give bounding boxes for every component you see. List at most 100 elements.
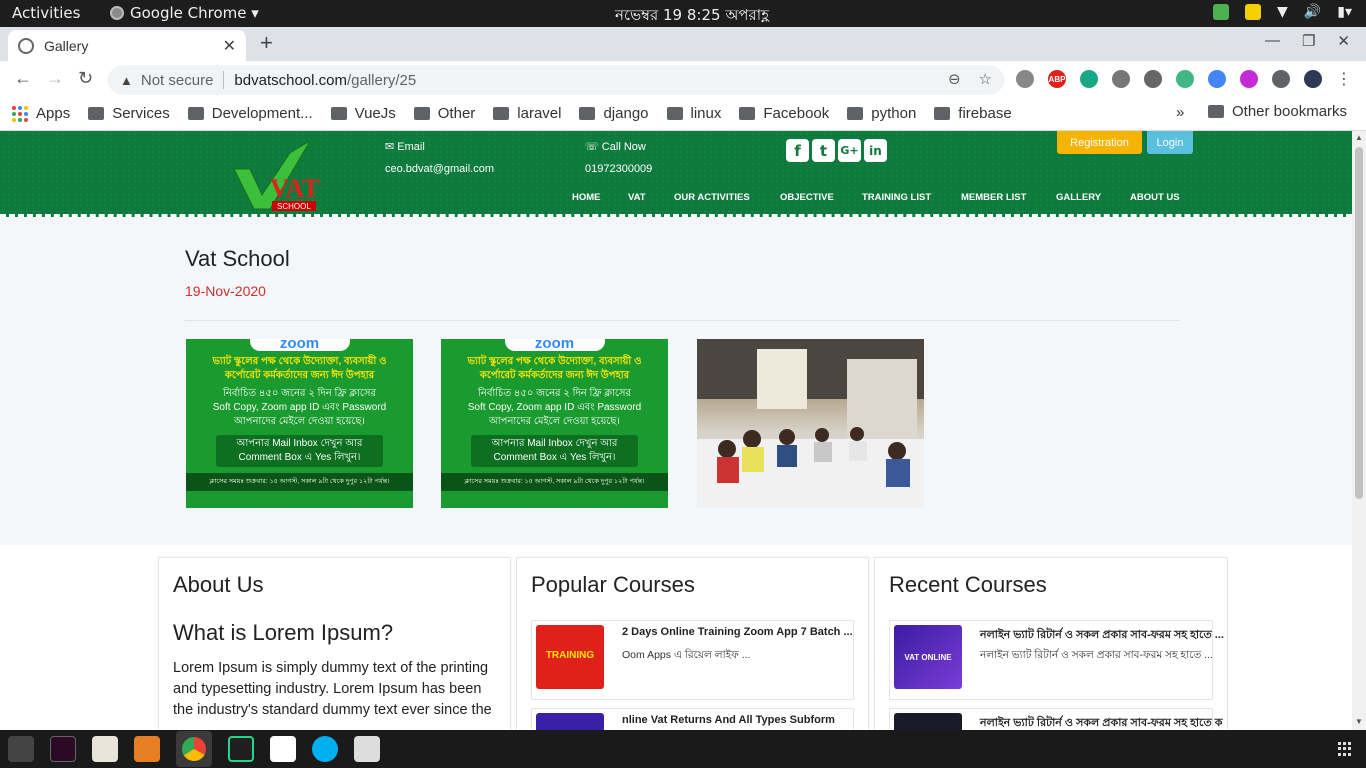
page-scrollbar[interactable]: ▲ ▼ bbox=[1352, 131, 1366, 730]
bookmark-services[interactable]: Services bbox=[88, 105, 170, 122]
nav-our-activities[interactable]: OUR ACTIVITIES bbox=[674, 192, 750, 203]
image-viewer-icon[interactable] bbox=[354, 736, 380, 762]
globe-icon bbox=[18, 37, 34, 54]
back-icon[interactable]: ← bbox=[14, 68, 32, 89]
facebook-icon[interactable]: f bbox=[786, 139, 809, 162]
registration-button[interactable]: Registration bbox=[1057, 131, 1142, 154]
course-title[interactable]: 2 Days Online Training Zoom App 7 Batch … bbox=[622, 626, 853, 638]
course-title[interactable]: নলাইন ভ্যাট রিটার্ন ও সকল প্রকার সাব-ফরম… bbox=[980, 626, 1224, 645]
pen-icon[interactable] bbox=[1240, 70, 1258, 88]
volume-icon[interactable]: 🔊 bbox=[1304, 4, 1321, 20]
scroll-down-icon[interactable]: ▼ bbox=[1355, 717, 1363, 726]
phone-number[interactable]: 01972300009 bbox=[585, 163, 652, 175]
course-thumbnail[interactable] bbox=[894, 713, 962, 730]
login-button[interactable]: Login bbox=[1147, 131, 1193, 154]
email-address[interactable]: ceo.bdvat@gmail.com bbox=[385, 163, 494, 175]
new-tab-button[interactable]: + bbox=[260, 30, 273, 56]
forward-icon[interactable]: → bbox=[46, 68, 64, 89]
course-title[interactable]: nline Vat Returns And All Types Subform bbox=[622, 714, 835, 726]
bookmark-firebase[interactable]: firebase bbox=[934, 105, 1012, 122]
sublime-text-icon[interactable] bbox=[134, 736, 160, 762]
course-title[interactable]: নলাইন ভ্যাট রিটার্ন ও সকল প্রকার সাব-ফরম… bbox=[980, 714, 1223, 730]
activities-button[interactable]: Activities bbox=[12, 4, 80, 22]
notes-icon[interactable] bbox=[1245, 4, 1262, 20]
tab-gallery[interactable]: Gallery ✕ bbox=[8, 30, 246, 61]
promo-line-5: আপনাদের মেইলে দেওয়া হয়েছে। bbox=[489, 416, 620, 427]
vue-devtools-icon[interactable] bbox=[1176, 70, 1194, 88]
bookmark-vuejs[interactable]: VueJs bbox=[330, 105, 396, 122]
reload-icon[interactable]: ↻ bbox=[78, 68, 93, 89]
profile-avatar[interactable] bbox=[1304, 70, 1322, 88]
camera-icon[interactable] bbox=[1016, 70, 1034, 88]
terminal-alt-icon[interactable] bbox=[50, 736, 76, 762]
update-icon[interactable] bbox=[1213, 4, 1230, 20]
nav-training-list[interactable]: TRAINING LIST bbox=[862, 192, 931, 203]
course-thumbnail[interactable]: VAT ONLINE bbox=[894, 625, 962, 689]
color-picker-icon[interactable] bbox=[1208, 70, 1226, 88]
bookmarks-overflow-button[interactable]: » bbox=[1176, 104, 1184, 121]
course-card[interactable]: nline Vat Returns And All Types Subform bbox=[531, 708, 854, 730]
terminal-icon[interactable] bbox=[8, 736, 34, 762]
menu-icon[interactable]: ⋮ bbox=[1336, 69, 1352, 89]
linkedin-icon[interactable]: in bbox=[864, 139, 887, 162]
app-menu[interactable]: Google Chrome ▾ bbox=[110, 4, 259, 22]
text-editor-icon[interactable] bbox=[270, 736, 296, 762]
gallery-image-2[interactable]: zoom ভ্যাট স্কুলের পক্ষ থেকে উদ্যোক্তা, … bbox=[441, 339, 668, 508]
vat-school-logo[interactable]: VAT SCHOOL bbox=[232, 139, 322, 211]
nav-member-list[interactable]: MEMBER LIST bbox=[961, 192, 1026, 203]
skype-icon[interactable] bbox=[312, 736, 338, 762]
promo-line-3: নির্বাচিত ৪৫০ জনের ২ দিন ফ্রি ক্লাসের bbox=[478, 388, 631, 399]
system-tray[interactable]: ▼ 🔊 ▮▾ bbox=[1213, 4, 1352, 20]
course-card[interactable]: VAT ONLINE নলাইন ভ্যাট রিটার্ন ও সকল প্র… bbox=[889, 620, 1224, 700]
nav-vat[interactable]: VAT bbox=[628, 192, 646, 203]
bookmark-linux[interactable]: linux bbox=[666, 105, 721, 122]
bookmark-apps[interactable]: Apps bbox=[36, 105, 70, 122]
twitter-icon[interactable]: t bbox=[812, 139, 835, 162]
adblock-icon[interactable]: ABP bbox=[1048, 70, 1066, 88]
course-thumbnail[interactable]: TRAINING bbox=[536, 625, 604, 689]
files-icon[interactable] bbox=[92, 736, 118, 762]
devtools-icon[interactable] bbox=[1144, 70, 1162, 88]
address-bar[interactable]: ▲ Not secure bdvatschool.com /gallery/25… bbox=[108, 65, 1004, 95]
mail-extension-icon[interactable] bbox=[1080, 70, 1098, 88]
move-icon[interactable] bbox=[1112, 70, 1130, 88]
bookmark-other[interactable]: Other bbox=[413, 105, 475, 122]
nav-about-us[interactable]: ABOUT US bbox=[1130, 192, 1180, 203]
nav-home[interactable]: HOME bbox=[572, 192, 601, 203]
scroll-up-icon[interactable]: ▲ bbox=[1355, 133, 1363, 142]
other-bookmarks[interactable]: Other bookmarks bbox=[1208, 103, 1347, 120]
bookmark-star-icon[interactable]: ☆ bbox=[979, 70, 992, 88]
chrome-icon[interactable] bbox=[176, 731, 212, 767]
apps-icon[interactable] bbox=[12, 105, 28, 122]
zoom-icon[interactable]: ⊖ bbox=[948, 70, 961, 88]
gallery-image-1[interactable]: zoom ভ্যাট স্কুলের পক্ষ থেকে উদ্যোক্তা, … bbox=[186, 339, 413, 508]
bookmark-facebook[interactable]: Facebook bbox=[739, 105, 829, 122]
google-plus-icon[interactable]: G+ bbox=[838, 139, 861, 162]
pycharm-icon[interactable] bbox=[228, 736, 254, 762]
warning-icon[interactable]: ▲ bbox=[120, 73, 133, 88]
nav-objective[interactable]: OBJECTIVE bbox=[780, 192, 834, 203]
scrollbar-thumb[interactable] bbox=[1355, 147, 1363, 499]
clock[interactable]: নভেম্বর 19 8:25 অপরাহ্ণ bbox=[615, 4, 769, 29]
close-icon[interactable]: ✕ bbox=[223, 36, 236, 56]
not-secure-label[interactable]: Not secure bbox=[141, 72, 214, 89]
course-card[interactable]: TRAINING 2 Days Online Training Zoom App… bbox=[531, 620, 854, 700]
nav-gallery[interactable]: GALLERY bbox=[1056, 192, 1101, 203]
minimize-icon[interactable]: — bbox=[1265, 32, 1280, 50]
battery-icon[interactable]: ▮▾ bbox=[1337, 4, 1352, 20]
bookmark-python[interactable]: python bbox=[847, 105, 916, 122]
bookmark-development[interactable]: Development... bbox=[187, 105, 313, 122]
promo-line-6: আপনার Mail Inbox দেখুন আর bbox=[491, 438, 618, 449]
tab-strip: Gallery ✕ + — ❐ ✕ bbox=[0, 27, 1366, 61]
wifi-icon[interactable]: ▼ bbox=[1277, 4, 1288, 20]
bookmark-django[interactable]: django bbox=[579, 105, 649, 122]
course-subtitle: নলাইন ভ্যাট রিটার্ন ও সকল প্রকার সাব-ফরম… bbox=[980, 649, 1213, 661]
show-apps-icon[interactable] bbox=[1338, 742, 1352, 756]
bookmark-laravel[interactable]: laravel bbox=[493, 105, 561, 122]
window-close-icon[interactable]: ✕ bbox=[1337, 32, 1350, 50]
course-thumbnail[interactable] bbox=[536, 713, 604, 730]
extensions-puzzle-icon[interactable] bbox=[1272, 70, 1290, 88]
course-card[interactable]: নলাইন ভ্যাট রিটার্ন ও সকল প্রকার সাব-ফরম… bbox=[889, 708, 1223, 730]
gallery-image-3[interactable] bbox=[697, 339, 924, 508]
maximize-icon[interactable]: ❐ bbox=[1302, 32, 1315, 50]
